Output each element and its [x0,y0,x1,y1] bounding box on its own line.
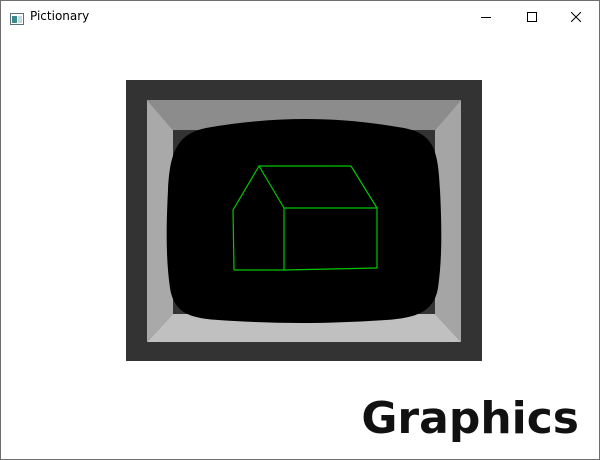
app-icon [10,10,24,25]
maximize-button[interactable] [509,1,555,32]
close-icon [571,11,581,22]
title-bar[interactable]: Pictionary [1,1,599,32]
minimize-icon [481,12,491,22]
client-area: Graphics [1,32,599,459]
category-caption: Graphics [361,393,579,444]
app-window: Pictionary Graphics [0,0,600,460]
crt-screen [166,119,442,323]
close-button[interactable] [553,1,599,32]
maximize-icon [527,11,537,22]
minimize-button[interactable] [463,1,509,32]
window-title: Pictionary [30,9,90,23]
pictionary-image [126,80,482,361]
